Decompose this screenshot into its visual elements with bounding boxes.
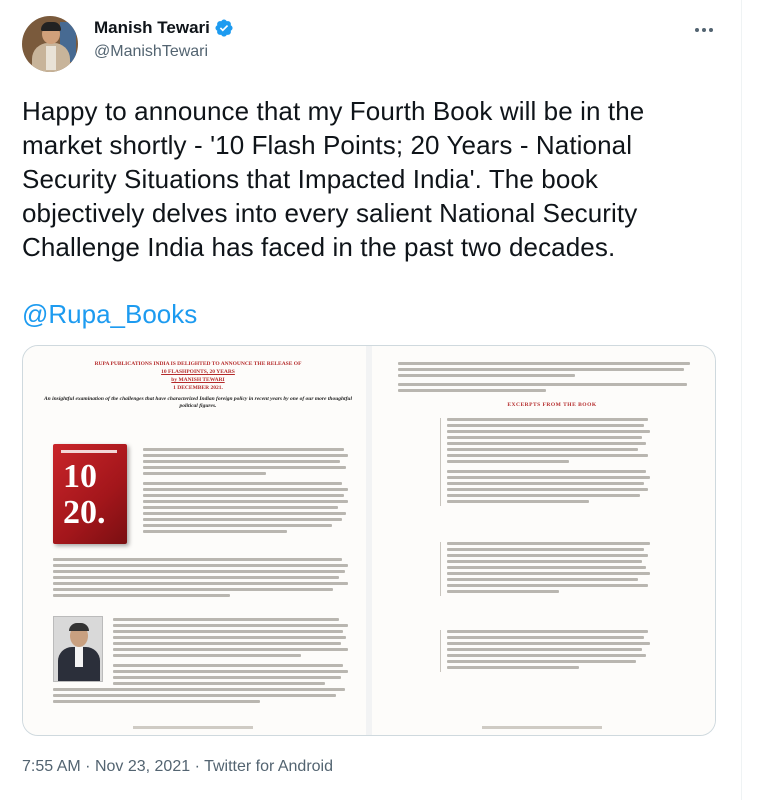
book-summary-text bbox=[53, 558, 348, 600]
announcement-subtitle: An insightful examination of the challen… bbox=[43, 396, 353, 409]
tweet-source[interactable]: Twitter for Android bbox=[204, 758, 333, 775]
author-name-row[interactable]: Manish Tewari bbox=[94, 18, 234, 38]
mention-link[interactable]: @Rupa_Books bbox=[22, 297, 197, 331]
author-avatar[interactable] bbox=[22, 16, 78, 72]
page-footer bbox=[482, 726, 602, 729]
excerpts-heading: EXCERPTS FROM THE BOOK bbox=[507, 402, 597, 408]
media-left-page[interactable]: RUPA PUBLICATIONS INDIA IS DELIGHTED TO … bbox=[23, 346, 366, 735]
tweet-text: Happy to announce that my Fourth Book wi… bbox=[22, 96, 645, 262]
book-cover-image: 10 20. bbox=[53, 444, 127, 544]
book-description-text bbox=[143, 448, 348, 536]
page-footer bbox=[133, 726, 253, 729]
tweet-timestamp[interactable]: 7:55 AM · Nov 23, 2021 · Twitter for And… bbox=[22, 758, 333, 776]
tweet-time[interactable]: 7:55 AM bbox=[22, 758, 81, 775]
excerpt-block bbox=[440, 418, 650, 506]
right-page-intro-text bbox=[398, 362, 693, 395]
author-portrait-image bbox=[53, 616, 103, 682]
author-bio-text bbox=[113, 618, 348, 688]
tweet-date[interactable]: Nov 23, 2021 bbox=[95, 758, 190, 775]
more-options-icon[interactable] bbox=[691, 20, 717, 40]
excerpt-block bbox=[440, 630, 650, 672]
meta-separator: · bbox=[85, 758, 91, 775]
announcement-heading: RUPA PUBLICATIONS INDIA IS DELIGHTED TO … bbox=[94, 361, 302, 391]
excerpt-block bbox=[440, 542, 650, 596]
tweet-media[interactable]: RUPA PUBLICATIONS INDIA IS DELIGHTED TO … bbox=[22, 345, 716, 736]
verified-badge-icon bbox=[215, 19, 233, 37]
meta-separator: · bbox=[194, 758, 200, 775]
media-right-page[interactable]: EXCERPTS FROM THE BOOK bbox=[372, 346, 715, 735]
author-name[interactable]: Manish Tewari bbox=[94, 18, 210, 38]
tweet-card: Manish Tewari @ManishTewari Happy to ann… bbox=[0, 0, 742, 800]
author-bio-continued bbox=[53, 688, 348, 706]
author-handle[interactable]: @ManishTewari bbox=[94, 43, 208, 61]
